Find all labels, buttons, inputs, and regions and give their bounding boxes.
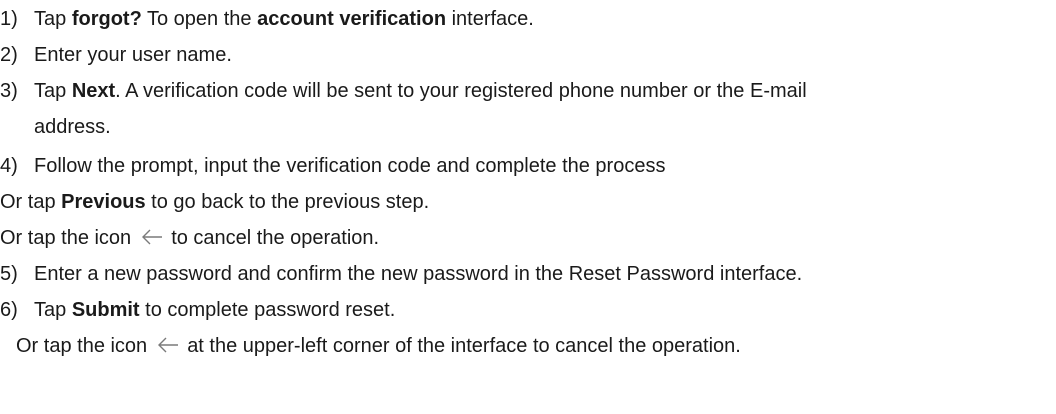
bold-term: account verification bbox=[257, 8, 447, 30]
alt-cancel-1: Or tap the icon to cancel the operation. bbox=[0, 227, 380, 249]
step-6: 6) Tap Submit to complete password reset. bbox=[0, 299, 396, 321]
step-1: 1) Tap forgot? To open the account verifi… bbox=[0, 8, 534, 30]
instruction-document: 1) Tap forgot? To open the account verifi… bbox=[0, 0, 1056, 414]
back-arrow-icon bbox=[157, 335, 179, 355]
step-4: 4) Follow the prompt, input the verificat… bbox=[0, 155, 666, 177]
step-number: 1) bbox=[0, 8, 18, 30]
bold-term: Previous bbox=[61, 191, 146, 213]
step-number: 4) bbox=[0, 155, 18, 177]
step-5: 5) Enter a new password and confirm the n… bbox=[0, 263, 803, 285]
alt-cancel-2: Or tap the icon at the upper-left corner … bbox=[16, 335, 741, 357]
bold-term: Next bbox=[71, 80, 116, 102]
bold-term: Submit bbox=[71, 299, 140, 321]
step-2: 2) Enter your user name. bbox=[0, 44, 232, 66]
step-number: 2) bbox=[0, 44, 18, 66]
step-number: 6) bbox=[0, 299, 18, 321]
step-number: 3) bbox=[0, 80, 18, 102]
bold-term: forgot? bbox=[71, 8, 142, 30]
step-3: 3) Tap Next. A verification code will be … bbox=[0, 80, 807, 102]
alt-previous: Or tap Previous to go back to the previo… bbox=[0, 191, 430, 213]
step-number: 5) bbox=[0, 263, 18, 285]
step-3-continuation: address. bbox=[34, 116, 111, 138]
back-arrow-icon bbox=[141, 227, 163, 247]
